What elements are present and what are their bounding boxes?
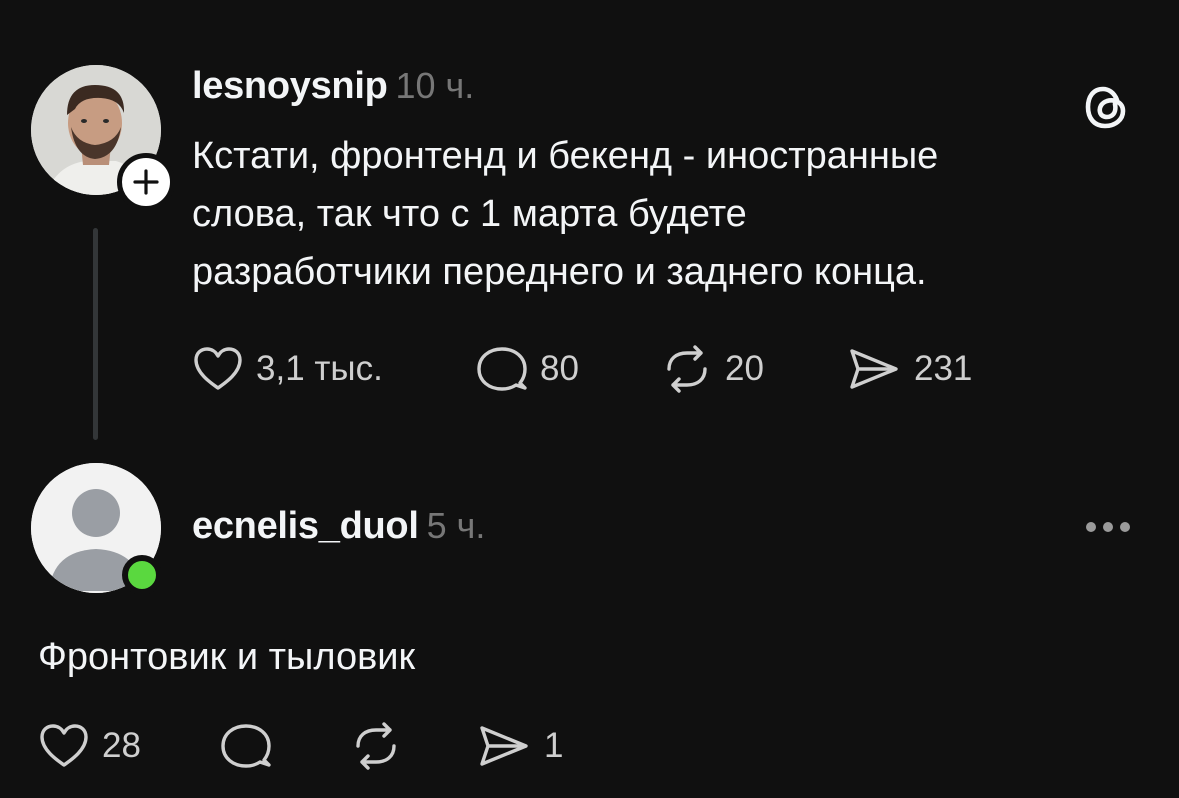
reply-like-count: 28 [102,726,141,765]
thread-line [93,228,98,440]
plus-icon [133,169,159,195]
reply-share-button[interactable]: 1 [476,722,563,770]
post-username[interactable]: lesnoysnip [192,65,388,108]
reply-share-count: 1 [544,726,564,765]
reply-count: 80 [540,349,579,388]
post-text-line: Кстати, фронтенд и бекенд - иностранные [192,135,939,177]
reply-like-button[interactable]: 28 [38,722,141,770]
reply-time: 5 ч. [426,505,486,546]
post-text-line: слова, так что с 1 марта будете [192,193,747,235]
like-button[interactable]: 3,1 тыс. [192,345,383,393]
repost-icon [356,722,396,770]
reply-comment-button[interactable] [220,722,272,770]
like-count: 3,1 тыс. [256,349,383,388]
reply-username[interactable]: ecnelis_duol [192,505,419,548]
comment-icon [477,347,527,391]
follow-button[interactable] [117,153,175,211]
send-icon [480,726,528,766]
share-button[interactable]: 231 [846,345,972,393]
threads-logo-icon[interactable] [1083,82,1131,137]
share-count: 231 [914,349,973,388]
post-time: 10 ч. [395,65,475,106]
reply-text: Фронтовик и тыловик [38,636,416,678]
heart-icon [40,724,88,767]
post-text: Кстати, фронтенд и бекенд - иностранные … [192,127,938,301]
post-text-line: разработчики переднего и заднего конца. [192,251,927,293]
repost-icon [667,345,707,393]
repost-button[interactable]: 20 [661,345,764,393]
post-header: lesnoysnip 10 ч. [192,65,474,108]
reply-header: ecnelis_duol 5 ч. [192,505,485,548]
comment-icon [221,724,271,768]
heart-icon [194,347,242,390]
reply-button[interactable]: 80 [476,345,579,393]
online-status-dot [122,555,162,595]
reply-repost-button[interactable] [350,722,402,770]
send-icon [850,349,898,389]
more-icon[interactable] [1084,515,1132,544]
repost-count: 20 [725,349,764,388]
